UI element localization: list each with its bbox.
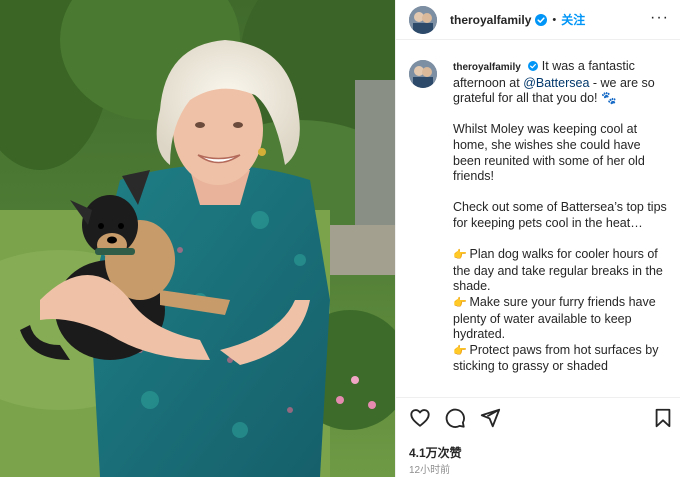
mention-link[interactable]: @Battersea — [523, 76, 589, 90]
caption-paragraph: Whilst Moley was keeping cool at home, s… — [453, 122, 645, 184]
caption-username[interactable]: theroyalfamily — [453, 62, 521, 73]
photo-woman-with-dog — [0, 0, 395, 477]
pointing-hand-icon: 👉 — [453, 344, 467, 357]
tip-item: 👉 Protect paws from hot surfaces by stic… — [453, 343, 668, 375]
post-timestamp[interactable]: 12小时前 — [409, 461, 450, 476]
post-actions: 4.1万次赞 12小时前 — [396, 397, 680, 477]
tips-list: 👉 Plan dog walks for cooler hours of the… — [453, 247, 668, 375]
avatar[interactable] — [409, 5, 437, 34]
likes-count[interactable]: 4.1万次赞 — [409, 444, 462, 461]
tip-text: Make sure your furry friends have plenty… — [453, 294, 656, 342]
pointing-hand-icon: 👉 — [453, 249, 467, 262]
verified-badge-icon — [528, 61, 539, 71]
caption-intro: theroyalfamily It was a fantastic aftern… — [453, 59, 668, 107]
caption-area: theroyalfamily It was a fantastic aftern… — [396, 41, 680, 397]
heart-icon[interactable] — [409, 407, 431, 429]
more-dots-icon[interactable]: ··· — [650, 10, 669, 26]
header-username[interactable]: theroyalfamily — [450, 13, 531, 27]
post-side-panel: theroyalfamily • 关注 ··· theroyalfamily I… — [395, 0, 680, 477]
post-photo[interactable] — [0, 0, 395, 477]
verified-badge-icon — [535, 13, 548, 26]
post-header: theroyalfamily • 关注 ··· — [396, 0, 680, 40]
tip-text: Plan dog walks for cooler hours of the d… — [453, 247, 663, 294]
caption-paragraph: Check out some of Battersea’s top tips f… — [453, 200, 667, 230]
tip-text: Protect paws from hot surfaces by sticki… — [453, 342, 659, 374]
pointing-hand-icon: 👉 — [453, 296, 467, 309]
tip-item: 👉 Plan dog walks for cooler hours of the… — [453, 247, 668, 295]
caption-text: theroyalfamily It was a fantastic aftern… — [453, 59, 668, 375]
caption-avatar[interactable] — [409, 60, 437, 88]
header-separator: • — [552, 13, 557, 26]
bookmark-icon[interactable] — [652, 407, 674, 429]
tip-item: 👉 Make sure your furry friends have plen… — [453, 295, 668, 343]
paper-plane-icon[interactable] — [479, 407, 501, 429]
caption-row: theroyalfamily It was a fantastic aftern… — [409, 59, 668, 375]
follow-button[interactable]: 关注 — [561, 11, 585, 28]
comment-icon[interactable] — [444, 407, 466, 429]
